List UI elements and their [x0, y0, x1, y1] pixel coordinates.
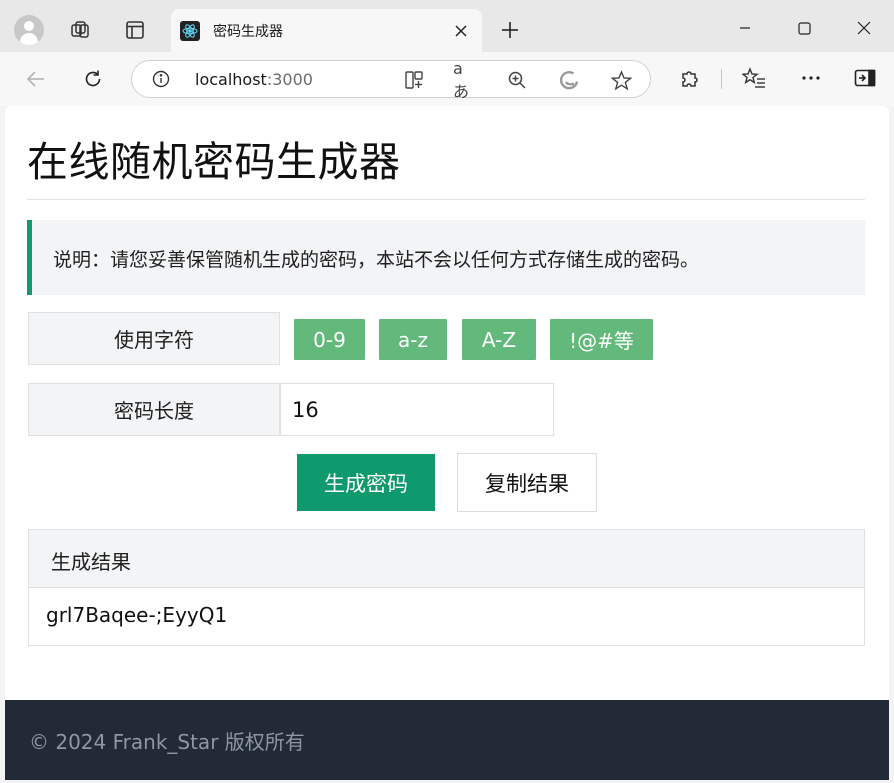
- workspaces-button[interactable]: [62, 12, 98, 48]
- page-footer: © 2024 Frank_Star 版权所有: [5, 700, 889, 780]
- footer-copyright: © 2024 Frank_Star 版权所有: [29, 730, 305, 754]
- zoom-button[interactable]: [505, 68, 529, 92]
- url-host: localhost: [195, 70, 267, 89]
- copy-result-button[interactable]: 复制结果: [457, 453, 597, 512]
- toolbar-divider: [721, 69, 722, 89]
- charset-option-lowercase[interactable]: a-z: [379, 319, 447, 360]
- maximize-button[interactable]: [784, 8, 824, 48]
- new-tab-button[interactable]: [495, 15, 525, 45]
- favorites-button[interactable]: [741, 65, 767, 91]
- title-divider: [27, 199, 865, 200]
- result-card: 生成结果 grl7Baqee-;EyyQ1: [28, 529, 865, 646]
- maximize-icon: [797, 21, 811, 35]
- page-title: 在线随机密码生成器: [27, 138, 401, 186]
- result-header-title: 生成结果: [51, 550, 131, 574]
- more-button[interactable]: [798, 65, 824, 91]
- split-screen-icon: [405, 71, 423, 89]
- star-icon: [610, 69, 632, 90]
- length-input[interactable]: 16: [280, 383, 554, 436]
- info-icon: [152, 70, 170, 88]
- url-port: :3000: [266, 70, 313, 89]
- profile-avatar-icon: [14, 15, 44, 45]
- read-aloud-button[interactable]: aあ: [453, 59, 477, 101]
- close-icon: [857, 21, 871, 35]
- more-dots-icon: [802, 76, 820, 80]
- sidebar-button[interactable]: [852, 65, 878, 91]
- address-bar[interactable]: localhost:3000 aあ: [131, 59, 651, 101]
- tab-actions-button[interactable]: [117, 12, 153, 48]
- close-tab-button[interactable]: [450, 20, 472, 42]
- back-button[interactable]: [20, 63, 52, 95]
- active-tab[interactable]: 密码生成器: [171, 9, 482, 52]
- minimize-icon: [740, 27, 750, 29]
- close-window-button[interactable]: [844, 8, 884, 48]
- browser-toolbar: localhost:3000 aあ: [0, 52, 894, 106]
- tab-title: 密码生成器: [213, 24, 283, 40]
- extensions-button[interactable]: [677, 65, 703, 91]
- charset-label: 使用字符: [28, 312, 280, 365]
- favorites-list-icon: [742, 67, 765, 88]
- notice-text: 说明：请您妥善保管随机生成的密码，本站不会以任何方式存储生成的密码。: [53, 249, 700, 271]
- charset-option-uppercase[interactable]: A-Z: [462, 319, 536, 360]
- url-text[interactable]: localhost:3000: [195, 70, 313, 89]
- react-logo-icon: [180, 21, 200, 41]
- workspaces-icon: [71, 21, 89, 38]
- generate-password-button[interactable]: 生成密码: [297, 454, 435, 511]
- split-screen-button[interactable]: [402, 68, 426, 92]
- result-header: 生成结果: [29, 530, 864, 588]
- site-info-button[interactable]: [152, 70, 170, 92]
- generated-password[interactable]: grl7Baqee-;EyyQ1: [46, 603, 227, 627]
- sidebar-icon: [854, 69, 876, 87]
- charset-option-symbols[interactable]: !@#等: [550, 319, 653, 360]
- refresh-icon: [85, 70, 101, 87]
- tab-actions-icon: [126, 21, 144, 39]
- edge-logo-icon: [559, 70, 579, 90]
- browser-titlebar: 密码生成器: [0, 0, 894, 52]
- minimize-button[interactable]: [725, 8, 765, 48]
- back-arrow-icon: [26, 71, 44, 87]
- puzzle-icon: [682, 71, 698, 87]
- notice-box: 说明：请您妥善保管随机生成的密码，本站不会以任何方式存储生成的密码。: [27, 220, 865, 295]
- length-label: 密码长度: [28, 383, 280, 436]
- zoom-in-icon: [508, 71, 526, 89]
- edge-copilot-button[interactable]: [557, 68, 581, 92]
- read-aloud-icon: aあ: [453, 58, 470, 101]
- favorite-button[interactable]: [609, 68, 633, 92]
- page-viewport: 在线随机密码生成器 说明：请您妥善保管随机生成的密码，本站不会以任何方式存储生成…: [5, 106, 889, 780]
- charset-option-digits[interactable]: 0-9: [294, 319, 365, 360]
- refresh-button[interactable]: [77, 63, 109, 95]
- profile-button[interactable]: [11, 12, 47, 48]
- plus-icon: [502, 22, 518, 38]
- close-icon: [455, 25, 467, 37]
